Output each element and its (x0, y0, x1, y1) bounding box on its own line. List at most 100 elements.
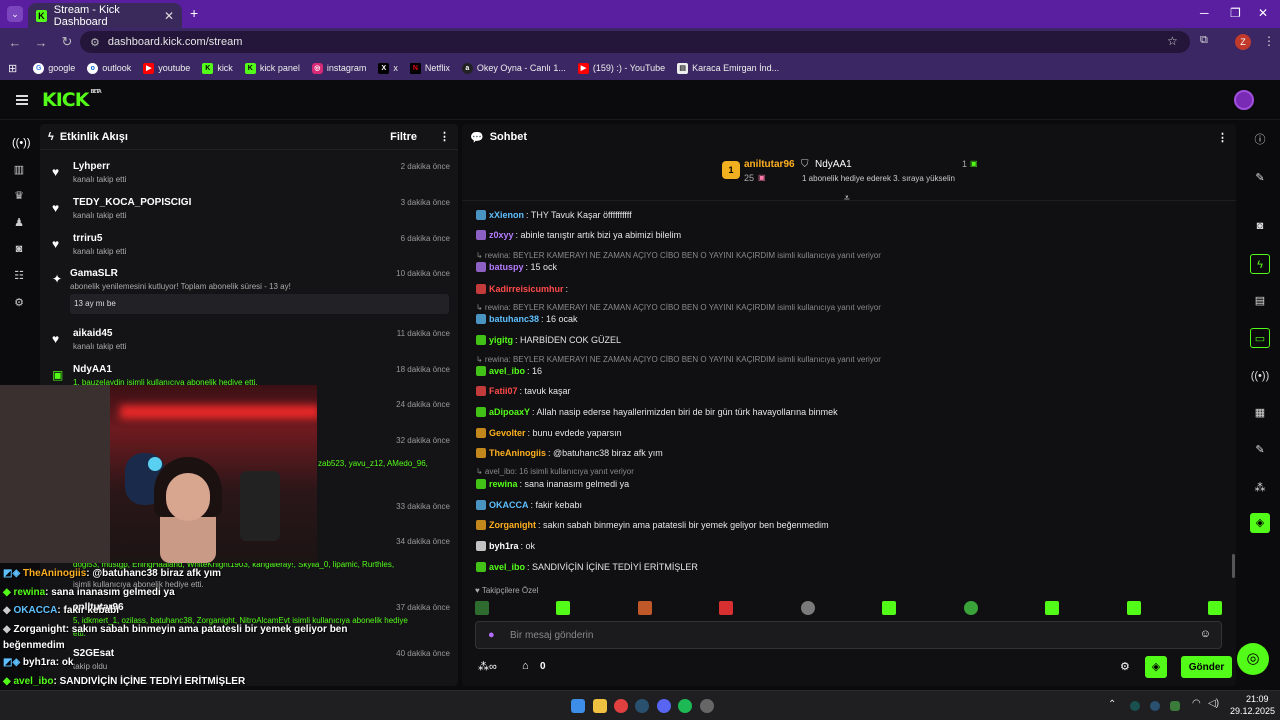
tools-icon[interactable]: ✎ (1250, 440, 1270, 460)
emote-icon[interactable] (475, 601, 489, 615)
volume-icon[interactable]: ◁) (1208, 698, 1219, 709)
profile-avatar[interactable]: Z (1235, 34, 1251, 50)
bookmark-star-icon[interactable]: ☆ (1167, 34, 1178, 48)
wifi-icon[interactable]: ◠ (1192, 698, 1201, 709)
bookmark-google[interactable]: Ggoogle (33, 62, 75, 74)
chat-username[interactable]: z0xyy (489, 230, 514, 240)
forward-icon[interactable]: → (30, 35, 52, 50)
bookmark-instagram[interactable]: ◎ instagram (311, 62, 366, 74)
apps-icon[interactable]: ⊞ (8, 62, 17, 75)
camera-icon[interactable]: ◙ (1250, 216, 1270, 236)
chat-username[interactable]: avel_ibo (489, 562, 525, 572)
store-icon[interactable]: ⌂ (522, 660, 529, 672)
bookmark-youtube[interactable]: ▶ youtube (143, 62, 190, 74)
bookmark-netflix[interactable]: N Netflix (409, 62, 450, 74)
chat-username[interactable]: Kadirreisicumhur (489, 284, 564, 294)
kick-bot-icon[interactable]: ◈ (1145, 656, 1167, 678)
tab-search-button[interactable]: ⌄ (7, 6, 23, 22)
discord-icon[interactable] (657, 699, 671, 713)
chat-username[interactable]: batuspy (489, 262, 524, 272)
send-button[interactable]: Gönder (1181, 656, 1232, 678)
trophy-icon[interactable]: ♛ (12, 189, 26, 203)
bookmark-x[interactable]: Xx (378, 62, 398, 74)
close-window-button[interactable]: ✕ (1258, 6, 1268, 20)
quick-actions-icon[interactable]: ϟ (1250, 254, 1270, 274)
file-explorer-icon[interactable] (593, 699, 607, 713)
chat-username[interactable]: Gevolter (489, 428, 526, 438)
activity-menu-icon[interactable]: ⋮ (439, 130, 450, 143)
tray-app-icon[interactable] (1130, 701, 1140, 711)
bookmark-okey[interactable]: a Okey Oyna - Canlı 1... (461, 62, 566, 74)
filter-button[interactable]: Filtre (390, 131, 417, 143)
community-icon[interactable]: ♟ (12, 216, 26, 230)
stats-icon[interactable]: ▥ (12, 163, 26, 177)
emote-icon[interactable] (800, 601, 815, 615)
emote-icon[interactable] (1045, 601, 1060, 615)
chat-settings-icon[interactable]: ⚙ (1120, 660, 1130, 673)
browser-tab[interactable]: K Stream - Kick Dashboard ✕ (28, 3, 182, 28)
browser-menu-icon[interactable]: ⋮ (1263, 34, 1275, 48)
chat-toggle-icon[interactable]: ▭ (1250, 328, 1270, 348)
bookmark-kick[interactable]: Kkick (202, 62, 233, 74)
spotify-icon[interactable] (678, 699, 692, 713)
activity-item[interactable]: ♥ Lyhperr kanalı takip etti 2 dakika önc… (50, 161, 450, 191)
tray-chevron-icon[interactable]: ⌃ (1108, 699, 1116, 710)
tray-steam-icon[interactable] (1150, 701, 1160, 711)
activity-item[interactable]: ♥ aikaid45 kanalı takip etti 11 dakika ö… (50, 328, 450, 358)
menu-icon[interactable] (16, 95, 28, 105)
chat-username[interactable]: TheAninogiis (489, 448, 546, 458)
share-icon[interactable]: ⁂ (1250, 478, 1270, 498)
chat-username[interactable]: batuhanc38 (489, 314, 539, 324)
mic-icon[interactable]: ● (488, 629, 495, 641)
bookmark-youtube-2[interactable]: ▶ (159) :) - YouTube (577, 62, 665, 74)
help-button[interactable]: ◎ (1237, 643, 1269, 675)
tab-close-icon[interactable]: ✕ (164, 9, 174, 23)
layout-icon[interactable]: ▦ (1250, 403, 1270, 423)
notes-icon[interactable]: ▤ (1250, 291, 1270, 311)
chat-username[interactable]: Fatii07 (489, 386, 518, 396)
settings-icon[interactable]: ⚙ (12, 296, 26, 310)
bookmark-kick-panel[interactable]: Kkick panel (244, 62, 300, 74)
emote-icon[interactable] (1126, 601, 1141, 615)
minimize-button[interactable]: ─ (1200, 6, 1209, 20)
chat-menu-icon[interactable]: ⋮ (1217, 131, 1228, 144)
chat-username[interactable]: yigitg (489, 335, 513, 345)
site-info-icon[interactable]: ⚙ (90, 36, 100, 49)
chrome-icon[interactable] (614, 699, 628, 713)
extension-icon[interactable]: ◈ (1250, 513, 1270, 533)
chat-username[interactable]: rewina (489, 479, 518, 489)
chat-username[interactable]: xXienon (489, 210, 524, 220)
activity-item[interactable]: ✦ GamaSLR abonelik yenilemesini kutluyor… (50, 268, 450, 320)
app-icon[interactable] (700, 699, 714, 713)
chat-username[interactable]: OKACCA (489, 500, 529, 510)
broadcast-icon[interactable]: ((•)) (1250, 366, 1270, 386)
bookmark-outlook[interactable]: o outlook (87, 62, 131, 74)
new-tab-button[interactable]: + (190, 5, 198, 21)
chat-username[interactable]: byh1ra (489, 541, 519, 551)
bookmark-karaca[interactable]: ▤ Karaca Emirgan İnd... (677, 62, 779, 74)
chat-username[interactable]: avel_ibo (489, 366, 525, 376)
gift-leaderboard[interactable]: 1 aniltutar96 25 ▣ ⛉ NdyAA1 1 ▣ 1 abonel… (722, 158, 992, 188)
points-icon[interactable]: ⁂∞ (478, 660, 497, 673)
kick-logo[interactable]: KICK BETA (42, 89, 102, 111)
users-icon[interactable]: ☷ (12, 269, 26, 283)
live-icon[interactable]: ((•)) (12, 136, 31, 150)
emote-icon[interactable] (1207, 601, 1222, 615)
camera-icon[interactable]: ◙ (12, 242, 26, 256)
maximize-button[interactable]: ❐ (1230, 6, 1241, 20)
steam-icon[interactable] (635, 699, 649, 713)
emote-icon[interactable] (963, 601, 978, 615)
url-field[interactable]: ⚙ dashboard.kick.com/stream (80, 31, 1190, 53)
chat-input[interactable]: ● Bir mesaj gönderin ☺ (475, 621, 1222, 649)
emoji-icon[interactable]: ☺ (1200, 628, 1211, 640)
emote-icon[interactable] (556, 601, 571, 615)
reload-icon[interactable]: ↻ (56, 34, 78, 50)
activity-item[interactable]: ♥ trriru5 kanalı takip etti 6 dakika önc… (50, 233, 450, 263)
tray-kick-icon[interactable] (1170, 701, 1180, 711)
chat-username[interactable]: aDipoaxY (489, 407, 530, 417)
activity-item[interactable]: ♥ TEDY_KOCA_POPISCIGI kanalı takip etti … (50, 197, 450, 227)
clock-time[interactable]: 21:09 (1246, 694, 1269, 704)
chat-scrollbar[interactable] (1232, 554, 1235, 578)
user-avatar[interactable] (1234, 90, 1254, 110)
collapse-icon[interactable]: ⩡ (844, 193, 850, 204)
